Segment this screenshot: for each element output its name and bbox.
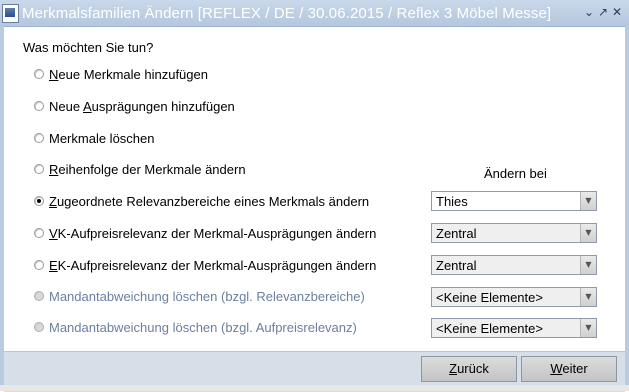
- question-label: Was möchten Sie tun?: [23, 40, 154, 55]
- close-icon[interactable]: ✕: [611, 5, 623, 19]
- select-value: Zentral: [436, 258, 477, 273]
- option-label: EK-Aufpreisrelevanz der Merkmal-Ausprägu…: [49, 257, 377, 273]
- option-add-attributes[interactable]: Neue Merkmale hinzufügen: [34, 65, 208, 83]
- option-delete-deviation-surcharge: Mandantabweichung löschen (bzgl. Aufprei…: [34, 318, 357, 336]
- option-change-ek-surcharge[interactable]: EK-Aufpreisrelevanz der Merkmal-Ausprägu…: [34, 256, 376, 274]
- select-value: <Keine Elemente>: [436, 290, 543, 305]
- restore-icon[interactable]: ↗: [597, 5, 609, 19]
- change-at-select-vk[interactable]: Zentral ▼: [431, 223, 597, 243]
- option-label: VK-Aufpreisrelevanz der Merkmal-Ausprägu…: [49, 225, 377, 241]
- option-change-relevance-areas[interactable]: Zugeordnete Relevanzbereiche eines Merkm…: [34, 192, 369, 210]
- option-change-order[interactable]: Reihenfolge der Merkmale ändern: [34, 160, 246, 178]
- option-label: Mandantabweichung löschen (bzgl. Relevan…: [49, 288, 365, 304]
- radio-button[interactable]: [34, 260, 44, 270]
- option-label: Zugeordnete Relevanzbereiche eines Merkm…: [49, 193, 370, 209]
- window-frame-left: [0, 26, 4, 391]
- option-label: Neue Merkmale hinzufügen: [49, 66, 208, 82]
- radio-button[interactable]: [34, 228, 44, 238]
- option-label: Reihenfolge der Merkmale ändern: [49, 161, 246, 177]
- chevron-down-icon[interactable]: ▼: [580, 224, 596, 242]
- change-at-select-ek[interactable]: Zentral ▼: [431, 255, 597, 275]
- back-button[interactable]: Zurück: [421, 356, 517, 382]
- radio-button[interactable]: [34, 164, 44, 174]
- change-at-select-deviation-relevance[interactable]: <Keine Elemente> ▼: [431, 287, 597, 307]
- option-add-values[interactable]: Neue Ausprägungen hinzufügen: [34, 97, 235, 115]
- option-label: Merkmale löschen: [49, 130, 155, 146]
- change-at-header: Ändern bei: [484, 166, 547, 181]
- select-value: Thies: [436, 194, 468, 209]
- select-value: <Keine Elemente>: [436, 321, 543, 336]
- radio-button-disabled: [34, 322, 44, 332]
- change-at-select-deviation-surcharge[interactable]: <Keine Elemente> ▼: [431, 318, 597, 338]
- change-at-select-relevance[interactable]: Thies ▼: [431, 191, 597, 211]
- option-label: Mandantabweichung löschen (bzgl. Aufprei…: [49, 319, 357, 335]
- chevron-down-icon[interactable]: ▼: [580, 288, 596, 306]
- option-label: Neue Ausprägungen hinzufügen: [49, 98, 235, 114]
- window-frame-right: [625, 26, 629, 391]
- chevron-down-icon[interactable]: ▼: [580, 256, 596, 274]
- minimize-icon[interactable]: ⌄: [583, 5, 595, 19]
- option-delete-attributes[interactable]: Merkmale löschen: [34, 129, 155, 147]
- radio-button-disabled: [34, 291, 44, 301]
- radio-button[interactable]: [34, 101, 44, 111]
- window-bottom-edge: [0, 385, 629, 391]
- option-delete-deviation-relevance: Mandantabweichung löschen (bzgl. Relevan…: [34, 287, 365, 305]
- title-bar[interactable]: Merkmalsfamilien Ändern [REFLEX / DE / 3…: [0, 0, 629, 27]
- app-icon: [2, 4, 19, 23]
- radio-button[interactable]: [34, 69, 44, 79]
- radio-button-selected[interactable]: [34, 196, 44, 206]
- select-value: Zentral: [436, 226, 477, 241]
- next-button[interactable]: Weiter: [521, 356, 617, 382]
- window-title: Merkmalsfamilien Ändern [REFLEX / DE / 3…: [22, 5, 552, 22]
- radio-button[interactable]: [34, 133, 44, 143]
- chevron-down-icon[interactable]: ▼: [580, 319, 596, 337]
- option-change-vk-surcharge[interactable]: VK-Aufpreisrelevanz der Merkmal-Ausprägu…: [34, 224, 376, 242]
- chevron-down-icon[interactable]: ▼: [580, 192, 596, 210]
